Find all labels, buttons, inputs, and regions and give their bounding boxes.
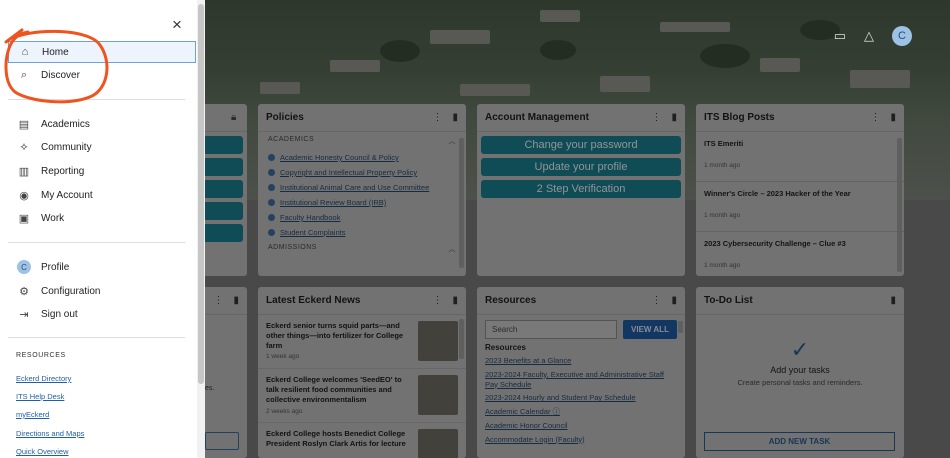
nav-item-sign-out[interactable]: ⇥ Sign out <box>8 303 196 325</box>
nav-item-configuration[interactable]: ⚙ Configuration <box>8 280 196 302</box>
divider <box>8 99 185 100</box>
nav-item-work[interactable]: ▣ Work <box>8 207 196 229</box>
account-icon: ◉ <box>19 189 29 202</box>
divider <box>8 337 185 338</box>
close-icon[interactable]: × <box>172 16 182 33</box>
book-icon: ▤ <box>18 118 30 131</box>
link-help-desk[interactable]: ITS Help Desk <box>16 392 64 401</box>
bell-icon[interactable]: △ <box>864 28 874 44</box>
search-icon: ⌕ <box>20 68 28 81</box>
nav-item-profile[interactable]: C Profile <box>8 256 196 278</box>
link-directory[interactable]: Eckerd Directory <box>16 374 71 383</box>
nav-item-community[interactable]: ⟡ Community <box>8 136 196 158</box>
nav-item-home[interactable]: ⌂ Home <box>8 41 196 63</box>
link-quick-overview[interactable]: Quick Overview <box>16 447 69 456</box>
link-directions[interactable]: Directions and Maps <box>16 429 84 438</box>
profile-avatar: C <box>17 260 31 274</box>
gear-icon: ⚙ <box>19 285 29 298</box>
calendar-icon[interactable]: ▭ <box>834 28 846 44</box>
top-toolbar: ▭ △ C <box>834 26 912 46</box>
divider <box>8 242 185 243</box>
link-myeckerd[interactable]: myEckerd <box>16 410 49 419</box>
drawer-scrollbar[interactable] <box>197 0 205 458</box>
nav-item-my-account[interactable]: ◉ My Account <box>8 184 196 206</box>
community-icon: ⟡ <box>20 140 28 153</box>
nav-drawer: × ⌂ Home ⌕ Discover ▤ Academics ⟡ Communit… <box>0 0 205 458</box>
nav-item-discover[interactable]: ⌕ Discover <box>8 64 196 86</box>
user-avatar[interactable]: C <box>892 26 912 46</box>
home-icon: ⌂ <box>21 46 29 58</box>
nav-item-reporting[interactable]: ▥ Reporting <box>8 160 196 182</box>
nav-item-academics[interactable]: ▤ Academics <box>8 113 196 135</box>
briefcase-icon: ▣ <box>18 212 30 225</box>
sign-out-icon: ⇥ <box>19 308 29 321</box>
chart-icon: ▥ <box>18 165 30 178</box>
resources-heading: RESOURCES <box>16 352 66 359</box>
